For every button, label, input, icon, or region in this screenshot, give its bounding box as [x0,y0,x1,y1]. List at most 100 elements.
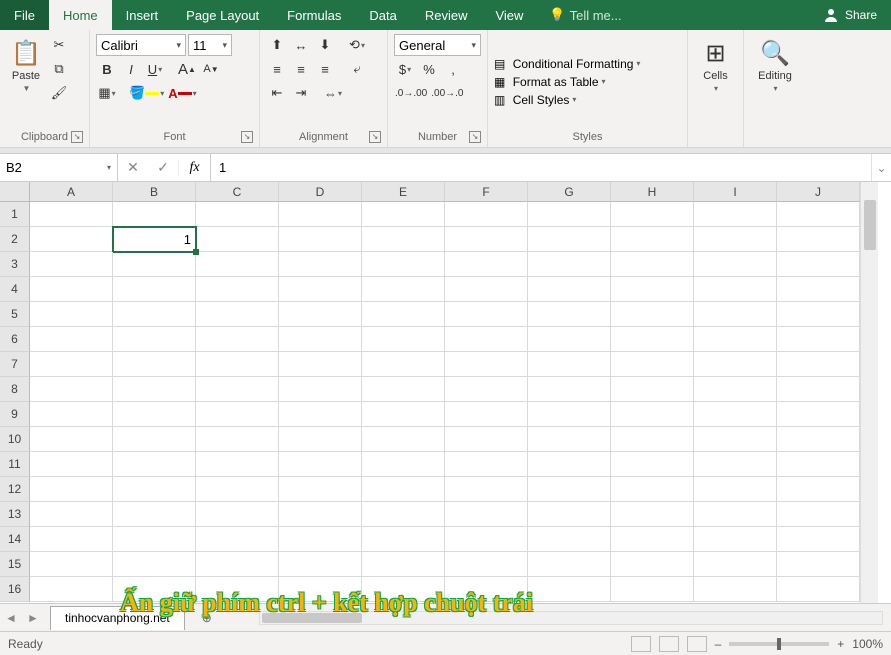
align-bottom-button[interactable]: ⬇ [314,34,336,56]
zoom-in-button[interactable]: + [837,637,844,651]
cell-H5[interactable] [611,302,694,327]
font-name-dropdown[interactable]: Calibri ▾ [96,34,186,56]
share-button[interactable]: Share [809,0,891,30]
row-header-9[interactable]: 9 [0,402,30,427]
cell-I3[interactable] [694,252,777,277]
cell-H2[interactable] [611,227,694,252]
cell-E15[interactable] [362,552,445,577]
column-header-E[interactable]: E [362,182,445,202]
cell-F4[interactable] [445,277,528,302]
cell-H14[interactable] [611,527,694,552]
copy-button[interactable]: ⧉ [48,58,70,80]
cell-H7[interactable] [611,352,694,377]
increase-indent-button[interactable]: ⇥ [290,82,312,104]
cell-C13[interactable] [196,502,279,527]
cells-menu-button[interactable]: ⊞ Cells ▾ [696,34,736,98]
cell-F2[interactable] [445,227,528,252]
cell-G1[interactable] [528,202,611,227]
tab-home[interactable]: Home [49,0,112,30]
comma-format-button[interactable]: , [442,58,464,80]
cell-E11[interactable] [362,452,445,477]
cell-H8[interactable] [611,377,694,402]
cell-E5[interactable] [362,302,445,327]
row-header-14[interactable]: 14 [0,527,30,552]
paste-button[interactable]: 📋 Paste ▼ [6,34,46,98]
cell-E2[interactable] [362,227,445,252]
cell-I10[interactable] [694,427,777,452]
row-header-10[interactable]: 10 [0,427,30,452]
shrink-font-button[interactable]: A▼ [200,58,222,80]
cell-G11[interactable] [528,452,611,477]
cell-styles-button[interactable]: ▥ Cell Styles ▾ [494,93,681,107]
row-header-2[interactable]: 2 [0,227,30,252]
sheet-tab[interactable]: tinhocvanphong.net [50,606,185,630]
cell-J5[interactable] [777,302,860,327]
cell-I12[interactable] [694,477,777,502]
row-header-16[interactable]: 16 [0,577,30,602]
decrease-decimal-button[interactable]: .00→.0 [430,82,464,104]
increase-decimal-button[interactable]: .0→.00 [394,82,428,104]
cell-D13[interactable] [279,502,362,527]
cell-C11[interactable] [196,452,279,477]
column-header-C[interactable]: C [196,182,279,202]
cell-A7[interactable] [30,352,113,377]
cell-G2[interactable] [528,227,611,252]
grow-font-button[interactable]: A▲ [176,58,198,80]
cell-I16[interactable] [694,577,777,602]
cell-H15[interactable] [611,552,694,577]
cell-J16[interactable] [777,577,860,602]
cell-C7[interactable] [196,352,279,377]
tab-formulas[interactable]: Formulas [273,0,355,30]
cell-H9[interactable] [611,402,694,427]
cell-J2[interactable] [777,227,860,252]
cell-C5[interactable] [196,302,279,327]
cell-C14[interactable] [196,527,279,552]
cell-F5[interactable] [445,302,528,327]
cell-C9[interactable] [196,402,279,427]
cell-D7[interactable] [279,352,362,377]
cell-B6[interactable] [113,327,196,352]
cell-B9[interactable] [113,402,196,427]
cell-J10[interactable] [777,427,860,452]
cell-F7[interactable] [445,352,528,377]
cell-A1[interactable] [30,202,113,227]
cell-B13[interactable] [113,502,196,527]
cell-F8[interactable] [445,377,528,402]
align-center-button[interactable]: ≡ [290,58,312,80]
cell-I8[interactable] [694,377,777,402]
cell-F16[interactable] [445,577,528,602]
cell-H11[interactable] [611,452,694,477]
row-header-11[interactable]: 11 [0,452,30,477]
cell-J3[interactable] [777,252,860,277]
row-header-6[interactable]: 6 [0,327,30,352]
cell-C8[interactable] [196,377,279,402]
cell-I1[interactable] [694,202,777,227]
zoom-level[interactable]: 100% [852,637,883,651]
tab-data[interactable]: Data [355,0,410,30]
row-header-7[interactable]: 7 [0,352,30,377]
cell-A14[interactable] [30,527,113,552]
vertical-scrollbar[interactable] [860,182,878,603]
cell-D5[interactable] [279,302,362,327]
font-dialog-launcher[interactable]: ↘ [241,131,253,143]
cell-G10[interactable] [528,427,611,452]
cell-G5[interactable] [528,302,611,327]
cell-B12[interactable] [113,477,196,502]
cell-I13[interactable] [694,502,777,527]
cell-I5[interactable] [694,302,777,327]
fill-handle[interactable] [193,249,199,255]
cell-I15[interactable] [694,552,777,577]
cell-F13[interactable] [445,502,528,527]
cancel-formula-button[interactable]: ✕ [118,159,148,176]
tell-me-search[interactable]: 💡 Tell me... [537,0,809,30]
cell-C10[interactable] [196,427,279,452]
cell-G13[interactable] [528,502,611,527]
horizontal-scrollbar[interactable] [259,611,883,625]
cell-A13[interactable] [30,502,113,527]
cell-E3[interactable] [362,252,445,277]
tab-review[interactable]: Review [411,0,482,30]
column-header-F[interactable]: F [445,182,528,202]
cell-E1[interactable] [362,202,445,227]
row-header-12[interactable]: 12 [0,477,30,502]
cell-G14[interactable] [528,527,611,552]
